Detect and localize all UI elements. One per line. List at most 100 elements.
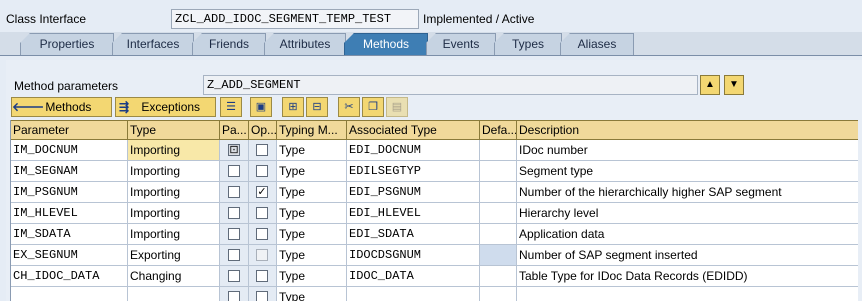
pass-by-value-checkbox[interactable] [228,249,240,261]
parameter-cell[interactable]: IM_DOCNUM [11,140,128,161]
parameter-cell[interactable]: EX_SEGNUM [11,245,128,266]
optional-checkbox[interactable] [256,270,268,282]
insert-row-button[interactable]: ⊞ [282,97,304,117]
default-value-cell[interactable] [480,182,517,203]
typing-method-cell[interactable]: Type [277,266,347,287]
associated-type-cell[interactable]: EDI_HLEVEL [347,203,480,224]
tab-aliases[interactable]: Aliases [560,33,634,55]
optional-cell[interactable]: ✓ [249,182,277,203]
optional-cell[interactable] [249,140,277,161]
description-cell[interactable]: Number of the hierarchically higher SAP … [517,182,858,203]
exceptions-button[interactable]: ⇶ Exceptions [115,97,216,117]
associated-type-cell[interactable]: EDILSEGTYP [347,161,480,182]
pass-by-value-cell[interactable] [220,224,249,245]
parameter-cell[interactable]: IM_HLEVEL [11,203,128,224]
optional-checkbox[interactable] [256,291,268,301]
tab-friends[interactable]: Friends [192,33,266,55]
optional-checkbox[interactable] [256,228,268,240]
tab-events[interactable]: Events [426,33,496,55]
previous-method-button[interactable]: ▲ [700,75,720,95]
default-value-cell[interactable] [480,140,517,161]
description-cell[interactable] [517,287,858,301]
parameter-cell[interactable]: IM_PSGNUM [11,182,128,203]
type-cell[interactable]: Importing [128,224,220,245]
tab-attributes[interactable]: Attributes [264,33,346,55]
optional-cell[interactable] [249,224,277,245]
type-cell[interactable]: Changing [128,266,220,287]
tab-properties[interactable]: Properties [20,33,114,55]
parameter-cell[interactable]: CH_IDOC_DATA [11,266,128,287]
cut-button[interactable]: ✂ [338,97,360,117]
optional-checkbox[interactable] [256,144,268,156]
table-row[interactable]: IM_SDATA Importing Type EDI_SDATA Applicatio… [11,224,858,245]
optional-cell[interactable] [249,245,277,266]
description-cell[interactable]: Application data [517,224,858,245]
copy-button[interactable]: ❐ [362,97,384,117]
default-value-cell[interactable] [480,203,517,224]
typing-method-cell[interactable]: Type [277,140,347,161]
tab-methods[interactable]: Methods [344,33,428,55]
column-header-optional[interactable]: Op... [249,121,277,140]
associated-type-cell[interactable]: IDOCDSGNUM [347,245,480,266]
parameter-cell[interactable]: IM_SDATA [11,224,128,245]
default-value-cell[interactable] [480,266,517,287]
description-cell[interactable]: Table Type for IDoc Data Records (EDIDD) [517,266,858,287]
tab-interfaces[interactable]: Interfaces [112,33,194,55]
optional-cell[interactable] [249,266,277,287]
column-header-description[interactable]: Description [517,121,858,140]
description-cell[interactable]: Hierarchy level [517,203,858,224]
typing-method-cell[interactable]: Type [277,182,347,203]
pass-by-value-checkbox[interactable] [228,270,240,282]
default-value-cell[interactable] [480,287,517,301]
column-header-associated-type[interactable]: Associated Type [347,121,480,140]
pass-by-value-cell[interactable] [220,266,249,287]
typing-method-cell[interactable]: Type [277,245,347,266]
column-header-default[interactable]: Defa... [480,121,517,140]
column-header-parameter[interactable]: Parameter [11,121,128,140]
pass-by-value-checkbox[interactable] [228,207,240,219]
delete-row-button[interactable]: ⊟ [306,97,328,117]
table-row[interactable]: CH_IDOC_DATA Changing Type IDOC_DATA Table T… [11,266,858,287]
next-method-button[interactable]: ▼ [724,75,744,95]
table-row[interactable]: IM_HLEVEL Importing Type EDI_HLEVEL Hierarch… [11,203,858,224]
associated-type-cell[interactable] [347,287,480,301]
typing-method-cell[interactable]: Type [277,161,347,182]
typing-method-cell[interactable]: Type [277,287,347,301]
type-cell[interactable]: Importing [128,161,220,182]
column-header-typing-method[interactable]: Typing M... [277,121,347,140]
pass-by-value-cell[interactable] [220,245,249,266]
associated-type-cell[interactable]: EDI_SDATA [347,224,480,245]
associated-type-cell[interactable]: IDOC_DATA [347,266,480,287]
class-name-field[interactable]: ZCL_ADD_IDOC_SEGMENT_TEMP_TEST [171,9,419,29]
table-row[interactable]: EX_SEGNUM Exporting Type IDOCDSGNUM Number o… [11,245,858,266]
typing-method-cell[interactable]: Type [277,224,347,245]
type-cell[interactable]: Importing [128,182,220,203]
table-row[interactable]: IM_PSGNUM Importing ✓ Type EDI_PSGNUM Number … [11,182,858,203]
tab-types[interactable]: Types [494,33,562,55]
paste-button[interactable]: ▤ [386,97,408,117]
column-header-pass-by-value[interactable]: Pa... [220,121,249,140]
pass-by-value-checkbox[interactable] [228,186,240,198]
pass-by-value-cell[interactable] [220,203,249,224]
typing-method-cell[interactable]: Type [277,203,347,224]
pass-by-value-checkbox[interactable] [228,291,240,301]
pass-by-value-cell[interactable]: ⊡ [220,140,249,161]
optional-checkbox[interactable]: ✓ [256,186,268,198]
description-cell[interactable]: Segment type [517,161,858,182]
type-cell[interactable] [128,287,220,301]
type-cell[interactable]: Importing [128,140,220,161]
type-cell[interactable]: Importing [128,203,220,224]
default-value-cell[interactable] [480,224,517,245]
table-row[interactable]: IM_SEGNAM Importing Type EDILSEGTYP Segment … [11,161,858,182]
methods-button[interactable]: 🡐 Methods [11,97,112,117]
optional-cell[interactable] [249,161,277,182]
pass-by-value-checkbox[interactable] [228,165,240,177]
associated-type-cell[interactable]: EDI_PSGNUM [347,182,480,203]
detail-button[interactable]: ▣ [250,97,272,117]
parameter-cell[interactable] [11,287,128,301]
method-name-field[interactable]: Z_ADD_SEGMENT [203,75,698,95]
associated-type-cell[interactable]: EDI_DOCNUM [347,140,480,161]
table-row[interactable]: IM_DOCNUM Importing ⊡ Type EDI_DOCNUM IDoc nu… [11,140,858,161]
optional-checkbox[interactable] [256,165,268,177]
pass-by-value-cell[interactable] [220,287,249,301]
